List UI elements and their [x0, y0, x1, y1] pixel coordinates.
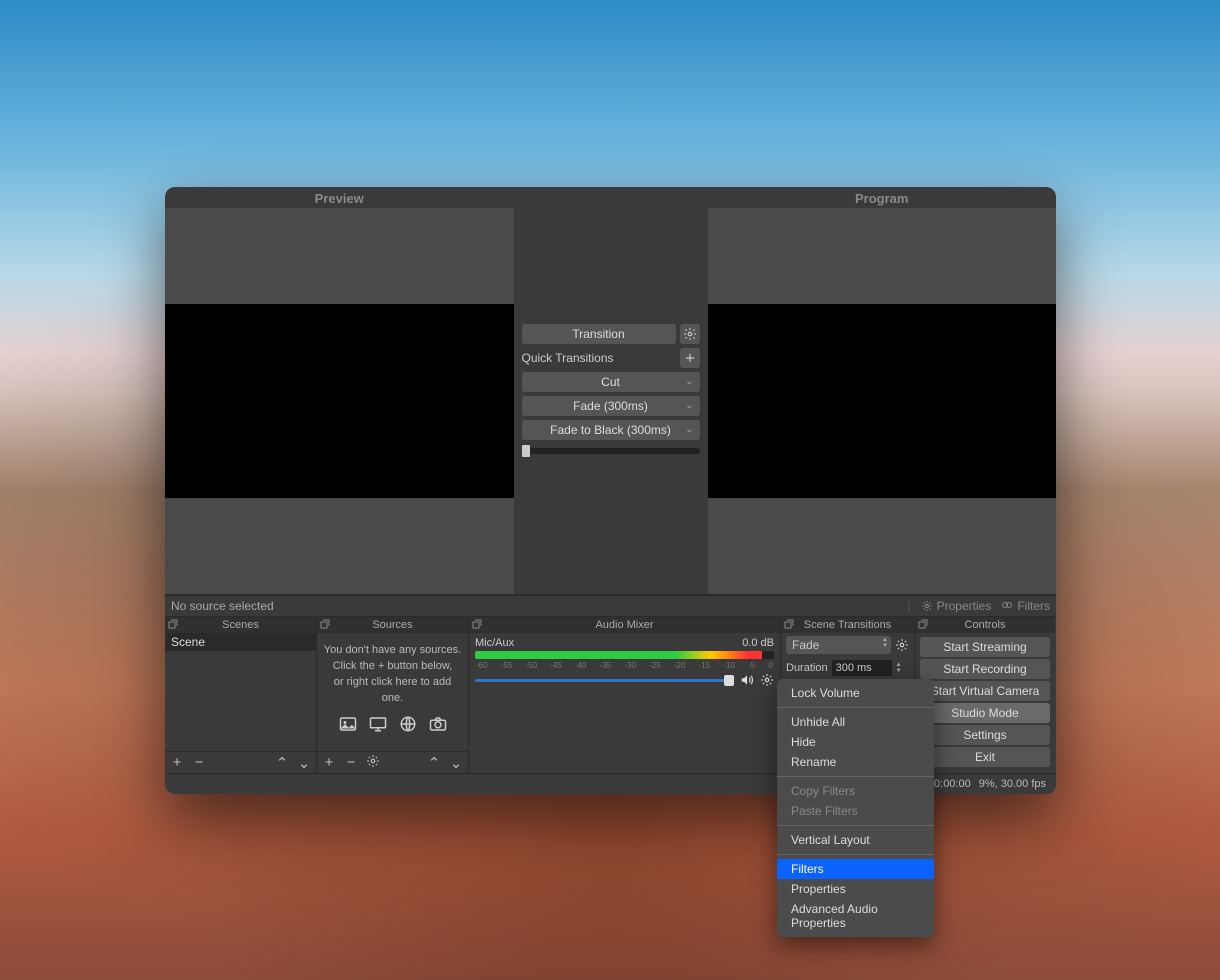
source-filters-button[interactable]: Filters: [1001, 599, 1050, 613]
filter-icon: [1001, 600, 1013, 612]
remove-source-button[interactable]: −: [343, 754, 359, 771]
controls-panel: Controls Start Streaming Start Recording…: [915, 617, 1055, 773]
context-menu-item[interactable]: Properties: [777, 879, 934, 899]
gear-icon: [921, 600, 933, 612]
gear-icon: [683, 327, 697, 341]
sources-panel: Sources You don't have any sources. Clic…: [317, 617, 469, 773]
preview-pane: Preview: [165, 187, 514, 594]
transition-column: Transition Quick Transitions Cut Fade (3…: [514, 187, 708, 594]
cpu-fps: 9%, 30.00 fps: [979, 778, 1046, 790]
add-source-button[interactable]: +: [321, 754, 337, 771]
preview-title: Preview: [165, 187, 514, 208]
program-canvas: [708, 304, 1057, 498]
program-video-area[interactable]: [708, 208, 1057, 594]
controls-title: Controls: [965, 619, 1006, 631]
source-up-button[interactable]: ⌃: [426, 754, 442, 772]
start-streaming-button[interactable]: Start Streaming: [920, 637, 1050, 657]
quick-transitions-label: Quick Transitions: [522, 349, 676, 367]
start-virtual-camera-button[interactable]: Start Virtual Camera: [920, 681, 1050, 701]
sources-empty-line2: Click the + button below,: [323, 659, 462, 675]
context-menu-item[interactable]: Rename: [777, 752, 934, 772]
source-settings-button[interactable]: [365, 754, 381, 772]
audio-source-name: Mic/Aux: [475, 637, 514, 649]
duration-label: Duration: [786, 662, 828, 674]
quick-transition-fade-to-black[interactable]: Fade to Black (300ms): [522, 420, 700, 440]
audio-channel-micaux: Mic/Aux 0.0 dB -60-55-50-45-40-35-30-25-…: [469, 633, 780, 691]
start-recording-button[interactable]: Start Recording: [920, 659, 1050, 679]
context-menu-item: Copy Filters: [777, 781, 934, 801]
obs-studio-window: Preview Transition Quick Transitions Cut…: [165, 187, 1056, 794]
settings-button[interactable]: Settings: [920, 725, 1050, 745]
transition-settings-button[interactable]: [680, 324, 700, 344]
duration-field[interactable]: 300 ms: [832, 660, 892, 676]
context-menu-item[interactable]: Vertical Layout: [777, 830, 934, 850]
transition-select[interactable]: Fade ▲▼: [786, 636, 891, 654]
sources-title: Sources: [372, 619, 412, 631]
transition-properties-button[interactable]: [895, 638, 909, 652]
sources-empty-line1: You don't have any sources.: [323, 643, 462, 659]
context-menu-item[interactable]: Advanced Audio Properties: [777, 899, 934, 933]
sources-empty-line3: or right click here to add one.: [323, 675, 462, 707]
no-source-text: No source selected: [171, 599, 898, 613]
camera-icon: [427, 715, 449, 733]
slider-thumb[interactable]: [724, 675, 734, 686]
context-menu-item[interactable]: Lock Volume: [777, 683, 934, 703]
audio-context-menu: Lock Volume Unhide AllHideRename Copy Filt…: [777, 679, 934, 937]
sources-list[interactable]: You don't have any sources. Click the + …: [317, 633, 468, 751]
image-icon: [337, 715, 359, 733]
audio-options-button[interactable]: [760, 673, 774, 687]
source-properties-button[interactable]: Properties: [921, 599, 992, 613]
speaker-icon[interactable]: [740, 673, 754, 687]
remove-scene-button[interactable]: −: [191, 754, 207, 771]
source-type-icons: [323, 715, 462, 733]
audio-mixer-panel: Audio Mixer Mic/Aux 0.0 dB -60-55-50-45-…: [469, 617, 781, 773]
undock-icon[interactable]: [167, 618, 179, 630]
quick-transition-fade[interactable]: Fade (300ms): [522, 396, 700, 416]
scene-item[interactable]: Scene: [165, 633, 316, 651]
plus-icon: [683, 351, 697, 365]
scene-transitions-title: Scene Transitions: [804, 619, 891, 631]
context-menu-item[interactable]: Filters: [777, 859, 934, 879]
add-quick-transition-button[interactable]: [680, 348, 700, 368]
preview-canvas: [165, 304, 514, 498]
scene-down-button[interactable]: ⌄: [296, 754, 312, 772]
tbar-handle[interactable]: [522, 445, 530, 457]
undock-icon[interactable]: [783, 618, 795, 630]
scenes-title: Scenes: [222, 619, 259, 631]
context-menu-item[interactable]: Hide: [777, 732, 934, 752]
add-scene-button[interactable]: +: [169, 754, 185, 771]
preview-video-area[interactable]: [165, 208, 514, 594]
globe-icon: [397, 715, 419, 733]
source-toolbar: No source selected | Properties Filters: [165, 595, 1056, 617]
source-down-button[interactable]: ⌄: [448, 754, 464, 772]
context-menu-item: Paste Filters: [777, 801, 934, 821]
gear-icon: [366, 754, 380, 768]
audio-meter: [475, 651, 774, 659]
program-title: Program: [708, 187, 1057, 208]
exit-button[interactable]: Exit: [920, 747, 1050, 767]
studio-mode-button[interactable]: Studio Mode: [920, 703, 1050, 723]
context-menu-item[interactable]: Unhide All: [777, 712, 934, 732]
duration-stepper[interactable]: ▲▼: [896, 662, 902, 674]
undock-icon[interactable]: [319, 618, 331, 630]
audio-volume-slider[interactable]: [475, 679, 734, 682]
scenes-list[interactable]: Scene: [165, 633, 316, 751]
undock-icon[interactable]: [471, 618, 483, 630]
audio-mixer-title: Audio Mixer: [595, 619, 653, 631]
updown-icon: ▲▼: [882, 637, 888, 649]
quick-transition-cut[interactable]: Cut: [522, 372, 700, 392]
studio-mode-area: Preview Transition Quick Transitions Cut…: [165, 187, 1056, 595]
tbar-slider[interactable]: [522, 448, 700, 454]
scene-up-button[interactable]: ⌃: [274, 754, 290, 772]
transition-button[interactable]: Transition: [522, 324, 676, 344]
audio-level-value: 0.0 dB: [742, 637, 774, 649]
audio-meter-ticks: -60-55-50-45-40-35-30-25-20-15-10-50: [475, 661, 774, 670]
undock-icon[interactable]: [917, 618, 929, 630]
scenes-panel: Scenes Scene + − ⌃ ⌄: [165, 617, 317, 773]
program-pane: Program: [708, 187, 1057, 594]
display-icon: [367, 715, 389, 733]
